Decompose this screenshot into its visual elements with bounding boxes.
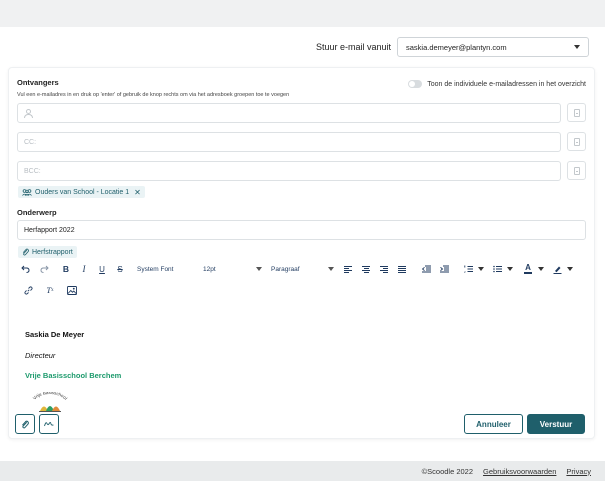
- show-addresses-toggle[interactable]: [408, 80, 423, 88]
- address-book-bcc-button[interactable]: [567, 161, 586, 180]
- align-center-icon[interactable]: [359, 262, 373, 276]
- chevron-down-icon: [327, 267, 334, 271]
- block-format-select[interactable]: Paragraaf: [271, 266, 341, 273]
- cc-input[interactable]: CC:: [17, 132, 561, 152]
- sender-value: saskia.demeyer@plantyn.com: [406, 42, 507, 52]
- subject-input[interactable]: Herfapport 2022: [17, 220, 586, 240]
- indent-icon[interactable]: [437, 262, 451, 276]
- chevron-down-icon[interactable]: [507, 267, 513, 271]
- send-button[interactable]: Verstuur: [527, 414, 585, 434]
- undo-icon[interactable]: [17, 262, 33, 276]
- svg-text:2: 2: [464, 270, 466, 273]
- outdent-icon[interactable]: [419, 262, 433, 276]
- align-left-icon[interactable]: [341, 262, 355, 276]
- chevron-down-icon: [255, 267, 262, 271]
- sender-row: Stuur e-mail vanuit saskia.demeyer@plant…: [316, 37, 589, 57]
- group-icon: [22, 188, 32, 196]
- attachment-name: Herfstrapport: [32, 248, 73, 256]
- address-book-icon: [573, 166, 580, 175]
- bullet-list-icon[interactable]: [490, 262, 504, 276]
- chevron-down-icon[interactable]: [538, 267, 544, 271]
- attach-file-button[interactable]: [15, 414, 35, 434]
- recipients-heading: Ontvangers: [17, 78, 59, 87]
- person-icon: [24, 109, 33, 118]
- align-justify-icon[interactable]: [395, 262, 409, 276]
- bold-icon[interactable]: B: [59, 262, 73, 276]
- show-addresses-label: Toon de individuele e-mailadressen in he…: [427, 80, 586, 88]
- show-addresses-toggle-row: Toon de individuele e-mailadressen in he…: [408, 80, 586, 88]
- signature-school: Vrije Basisschool Berchem: [25, 371, 122, 380]
- link-icon[interactable]: [21, 283, 35, 297]
- footer-privacy-link[interactable]: Privacy: [566, 467, 591, 476]
- signature-icon: [44, 422, 54, 427]
- group-tag: Ouders van School - Locatie 1 ✕: [18, 186, 145, 198]
- footer: ©Scoodle 2022 Gebruiksvoorwaarden Privac…: [0, 461, 605, 481]
- attachment-tag[interactable]: Herfstrapport: [18, 246, 77, 258]
- italic-icon[interactable]: I: [77, 262, 91, 276]
- clear-format-icon[interactable]: Tx: [43, 283, 57, 297]
- recipients-hint: Vul een e-mailadres in en druk op 'enter…: [17, 92, 290, 98]
- to-input[interactable]: [17, 103, 561, 123]
- strikethrough-icon[interactable]: S: [113, 262, 127, 276]
- underline-icon[interactable]: U: [95, 262, 109, 276]
- address-book-to-button[interactable]: [567, 103, 586, 122]
- school-logo-text: Vrije Basisschool: [32, 392, 68, 401]
- sender-label: Stuur e-mail vanuit: [315, 42, 391, 52]
- school-logo: Vrije Basisschool: [32, 392, 68, 412]
- subject-heading: Onderwerp: [17, 208, 57, 217]
- redo-icon[interactable]: [36, 262, 52, 276]
- editor-toolbar-row-2: Tx: [21, 284, 79, 296]
- paperclip-icon: [22, 248, 29, 256]
- numbered-list-icon[interactable]: 2: [461, 262, 475, 276]
- image-icon[interactable]: [65, 283, 79, 297]
- paperclip-icon: [22, 420, 29, 428]
- highlight-icon[interactable]: [550, 262, 564, 276]
- editor-toolbar: B I U S System Font 12pt Paragraaf 2 A: [17, 262, 577, 276]
- font-family-value: System Font: [137, 265, 174, 273]
- top-bar: [0, 0, 605, 27]
- sender-select[interactable]: saskia.demeyer@plantyn.com: [397, 37, 589, 57]
- cancel-button[interactable]: Annuleer: [464, 414, 523, 434]
- signature-name: Saskia De Meyer: [25, 330, 85, 339]
- text-color-icon[interactable]: A: [521, 262, 535, 276]
- chevron-down-icon[interactable]: [478, 267, 484, 271]
- footer-terms-link[interactable]: Gebruiksvoorwaarden: [483, 467, 556, 476]
- chevron-down-icon[interactable]: [567, 267, 573, 271]
- font-family-select[interactable]: System Font: [137, 266, 203, 273]
- bcc-input[interactable]: BCC:: [17, 161, 561, 181]
- insert-signature-button[interactable]: [39, 414, 59, 434]
- signature-title: Directeur: [25, 351, 56, 360]
- group-tag-label: Ouders van School - Locatie 1: [35, 188, 130, 196]
- block-format-value: Paragraaf: [271, 265, 300, 273]
- align-right-icon[interactable]: [377, 262, 391, 276]
- address-book-cc-button[interactable]: [567, 132, 586, 151]
- footer-copyright: ©Scoodle 2022: [421, 466, 474, 476]
- font-size-select[interactable]: 12pt: [203, 266, 271, 273]
- chevron-down-icon: [574, 45, 580, 49]
- remove-tag-close-icon[interactable]: ✕: [134, 188, 141, 197]
- address-book-icon: [573, 137, 580, 146]
- address-book-icon: [573, 108, 580, 117]
- font-size-value: 12pt: [203, 265, 216, 273]
